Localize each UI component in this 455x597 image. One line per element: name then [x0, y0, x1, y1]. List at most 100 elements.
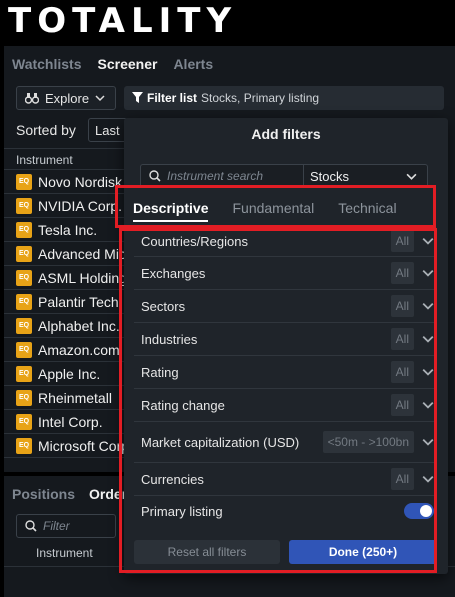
instrument-name: ASML Holding	[38, 269, 124, 286]
filter-primary-listing: Primary listing	[134, 496, 434, 526]
filter-value: All	[390, 394, 414, 416]
instrument-name: Rheinmetall	[38, 389, 112, 406]
orders-filter-input[interactable]: Filter	[16, 514, 116, 538]
eq-badge: EQ	[16, 413, 32, 430]
filter-exchanges[interactable]: Exchanges All	[134, 257, 434, 290]
filter-value: All	[390, 468, 414, 490]
chevron-down-icon	[422, 237, 434, 245]
tab-screener[interactable]: Screener	[98, 56, 158, 72]
tab-watchlists[interactable]: Watchlists	[12, 56, 82, 72]
list-item[interactable]: EQ Advanced Micro	[4, 242, 124, 266]
eq-badge: EQ	[16, 197, 32, 214]
asset-type-value: Stocks	[310, 168, 350, 184]
explore-label: Explore	[45, 90, 90, 106]
filter-list-value: Stocks, Primary listing	[201, 91, 320, 105]
list-item[interactable]: EQ NVIDIA Corp.	[4, 194, 124, 218]
filter-rating[interactable]: Rating All	[134, 356, 434, 389]
list-item[interactable]: EQ Tesla Inc.	[4, 218, 124, 242]
eq-badge: EQ	[16, 365, 32, 382]
filter-category-tabs: Descriptive Fundamental Technical	[124, 188, 448, 228]
orders-instrument-header: Instrument	[36, 546, 93, 560]
eq-badge: EQ	[16, 293, 32, 310]
instrument-name: Alphabet Inc.	[38, 317, 120, 334]
eq-badge: EQ	[16, 269, 32, 286]
list-item[interactable]: EQ Intel Corp.	[4, 410, 124, 434]
asset-type-select[interactable]: Stocks	[304, 164, 428, 188]
tab-fundamental[interactable]: Fundamental	[232, 188, 314, 228]
filter-industries[interactable]: Industries All	[134, 323, 434, 356]
filter-label: Sectors	[141, 298, 186, 314]
filter-value: All	[390, 328, 414, 350]
tab-descriptive[interactable]: Descriptive	[133, 188, 209, 228]
explore-button[interactable]: Explore	[16, 86, 116, 110]
instrument-name: Palantir Tech	[38, 293, 119, 310]
instrument-name: Intel Corp.	[38, 413, 103, 430]
filter-value: All	[390, 262, 414, 284]
sort-select[interactable]: Last	[88, 118, 128, 142]
filter-label: Exchanges	[141, 265, 206, 281]
eq-badge: EQ	[16, 341, 32, 358]
chevron-down-icon	[422, 335, 434, 343]
instrument-search-placeholder: Instrument search	[167, 169, 264, 183]
bottom-tabs: Positions Orders	[12, 486, 135, 502]
orders-filter-placeholder: Filter	[43, 519, 70, 533]
list-item[interactable]: EQ Rheinmetall	[4, 386, 124, 410]
filter-rating-change[interactable]: Rating change All	[134, 389, 434, 422]
filter-sectors[interactable]: Sectors All	[134, 290, 434, 323]
brand-logo: TOTALITY	[8, 1, 238, 41]
instrument-name: NVIDIA Corp.	[38, 197, 123, 214]
binoculars-icon	[25, 93, 39, 104]
dialog-title: Add filters	[251, 126, 321, 142]
list-item[interactable]: EQ Microsoft Corp.	[4, 434, 124, 458]
instrument-name: Microsoft Corp.	[38, 437, 124, 454]
eq-badge: EQ	[16, 317, 32, 334]
list-item[interactable]: EQ Alphabet Inc.	[4, 314, 124, 338]
list-item[interactable]: EQ Amazon.com	[4, 338, 124, 362]
done-button[interactable]: Done (250+)	[289, 540, 437, 564]
filter-label: Rating change	[141, 397, 225, 413]
add-filters-dialog: Add filters Instrument search Stocks Des…	[124, 118, 448, 574]
primary-listing-toggle[interactable]	[404, 503, 434, 519]
filter-value: All	[390, 295, 414, 317]
eq-badge: EQ	[16, 437, 32, 454]
eq-badge: EQ	[16, 221, 32, 238]
filter-countries-regions[interactable]: Countries/Regions All	[134, 226, 434, 257]
filter-label: Industries	[141, 331, 198, 347]
tab-alerts[interactable]: Alerts	[173, 56, 213, 72]
search-icon	[25, 520, 37, 532]
list-item[interactable]: EQ Apple Inc.	[4, 362, 124, 386]
chevron-down-icon	[422, 475, 434, 483]
instrument-name: Apple Inc.	[38, 365, 101, 382]
filter-label: Primary listing	[141, 503, 223, 519]
filter-label: Currencies	[141, 471, 204, 487]
funnel-icon	[132, 92, 143, 103]
filter-value: All	[390, 230, 414, 252]
chevron-down-icon	[422, 302, 434, 310]
filter-currencies[interactable]: Currencies All	[134, 463, 434, 496]
reset-filters-button[interactable]: Reset all filters	[134, 540, 280, 564]
tab-positions[interactable]: Positions	[12, 486, 75, 502]
instrument-column-header[interactable]: Instrument	[4, 148, 124, 170]
list-item[interactable]: EQ Palantir Tech	[4, 290, 124, 314]
instrument-name: Novo Nordisk	[38, 173, 123, 190]
chevron-down-icon	[95, 95, 105, 102]
filter-market-cap[interactable]: Market capitalization (USD) <50m - >100b…	[134, 422, 434, 463]
filter-value: <50m - >100bn	[322, 431, 414, 453]
filter-value: All	[390, 361, 414, 383]
search-icon	[149, 170, 161, 182]
chevron-down-icon	[406, 173, 417, 180]
eq-badge: EQ	[16, 389, 32, 406]
list-item[interactable]: EQ Novo Nordisk	[4, 170, 124, 194]
top-tabs: Watchlists Screener Alerts	[12, 56, 213, 72]
instrument-search-input[interactable]: Instrument search	[140, 164, 304, 188]
instrument-name: Tesla Inc.	[38, 221, 98, 238]
chevron-down-icon	[422, 438, 434, 446]
filter-list-label: Filter list	[147, 91, 198, 105]
filter-label: Rating	[141, 364, 179, 380]
filter-label: Market capitalization (USD)	[141, 434, 300, 450]
list-item[interactable]: EQ ASML Holding	[4, 266, 124, 290]
eq-badge: EQ	[16, 173, 32, 190]
tab-technical[interactable]: Technical	[338, 188, 396, 228]
filter-list-bar[interactable]: Filter list Stocks, Primary listing	[124, 86, 444, 110]
chevron-down-icon	[422, 401, 434, 409]
